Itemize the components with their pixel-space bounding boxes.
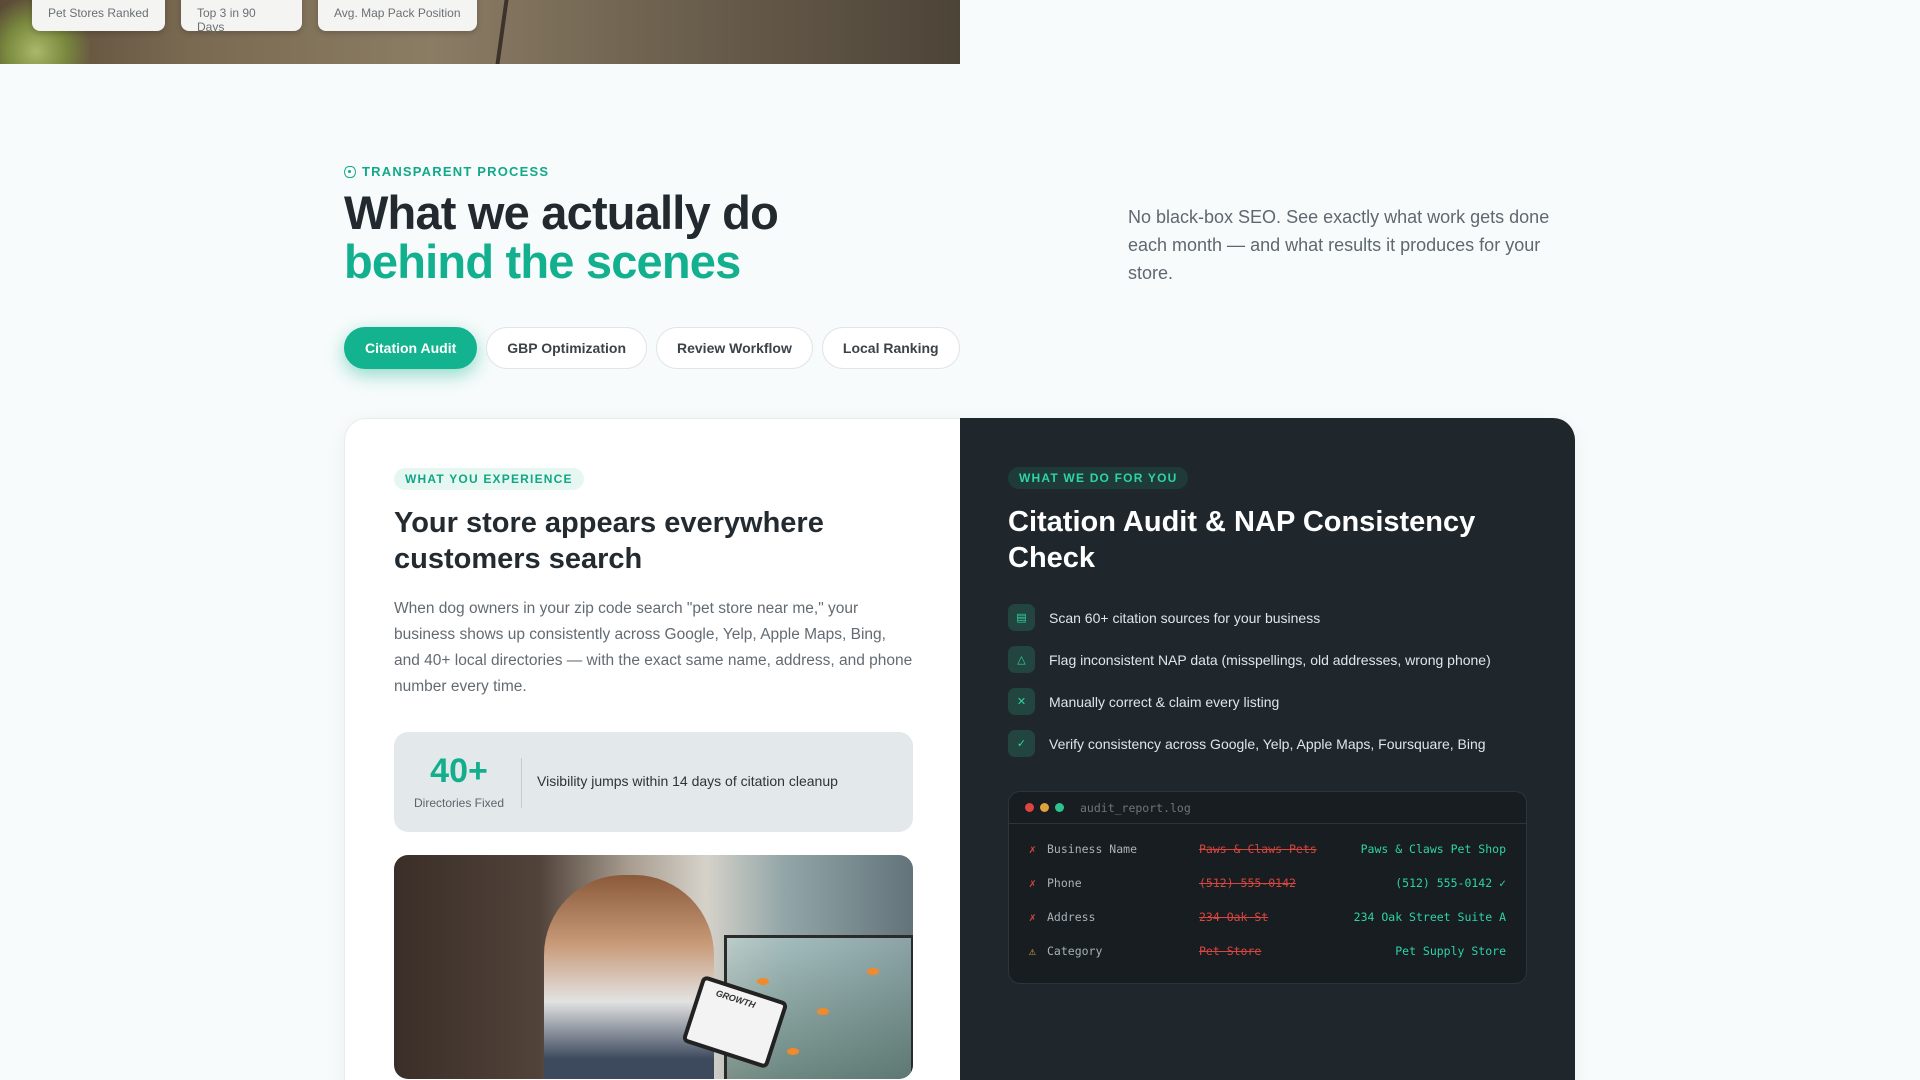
audit-old-value: Paws & Claws Pets bbox=[1199, 842, 1317, 856]
warning-icon: ⚠ bbox=[1029, 944, 1036, 958]
metric-value: 40+ bbox=[430, 752, 488, 790]
stat-label: Avg. Map Pack Position bbox=[334, 6, 461, 20]
experience-body: When dog owners in your zip code search … bbox=[394, 600, 913, 695]
section-headline: What we actually do behind the scenes bbox=[344, 186, 779, 288]
fish-shape bbox=[817, 1008, 829, 1015]
error-icon: ✗ bbox=[1029, 842, 1036, 856]
window-dot-red bbox=[1025, 803, 1034, 812]
audit-row: ✗ Phone (512) 555-0142 (512) 555-0142 ✓ bbox=[1009, 868, 1526, 902]
service-heading: Citation Audit & NAP Consistency Check bbox=[1008, 506, 1476, 574]
audit-row: ✗ Address 234 Oak St 234 Oak Street Suit… bbox=[1009, 902, 1526, 936]
checklist-item: ✓ Verify consistency across Google, Yelp… bbox=[1008, 730, 1491, 757]
audit-row: ✗ Business Name Paws & Claws Pets Paws &… bbox=[1009, 834, 1526, 868]
checklist-item: ✕ Manually correct & claim every listing bbox=[1008, 688, 1491, 715]
fish-shape bbox=[867, 968, 879, 975]
metric-description: Visibility jumps within 14 days of citat… bbox=[537, 773, 838, 789]
audit-row: ⚠ Category Pet Store Pet Supply Store bbox=[1009, 936, 1526, 970]
audit-field: Business Name bbox=[1047, 842, 1138, 856]
headline-line2: behind the scenes bbox=[344, 235, 741, 288]
tab-review-workflow[interactable]: Review Workflow bbox=[656, 327, 813, 369]
eyebrow-text: TRANSPARENT PROCESS bbox=[362, 164, 550, 179]
experience-heading: Your store appears everywhere customers … bbox=[394, 507, 824, 575]
service-pill: WHAT WE DO FOR YOU bbox=[1008, 467, 1189, 489]
audit-field: Phone bbox=[1047, 876, 1082, 890]
section-intro: No black-box SEO. See exactly what work … bbox=[1128, 207, 1550, 283]
check-circle-icon: ✓ bbox=[1008, 730, 1035, 757]
checklist-text: Flag inconsistent NAP data (misspellings… bbox=[1049, 651, 1491, 668]
metric-divider bbox=[521, 758, 522, 808]
stat-label: Pet Stores Ranked bbox=[48, 6, 149, 20]
audit-new-value: 234 Oak Street Suite A bbox=[1353, 910, 1506, 924]
experience-panel: WHAT YOU EXPERIENCE Your store appears e… bbox=[344, 418, 960, 1080]
stat-card-map-pack: Avg. Map Pack Position bbox=[318, 0, 477, 31]
terminal-rows: ✗ Business Name Paws & Claws Pets Paws &… bbox=[1009, 824, 1526, 970]
service-checklist: ▤ Scan 60+ citation sources for your bus… bbox=[1008, 604, 1491, 772]
metric-box: 40+ Directories Fixed Visibility jumps w… bbox=[394, 732, 913, 832]
experience-pill: WHAT YOU EXPERIENCE bbox=[394, 468, 584, 490]
headline-line1: What we actually do bbox=[344, 186, 779, 239]
tab-citation-audit[interactable]: Citation Audit bbox=[344, 327, 478, 369]
tools-icon: ✕ bbox=[1008, 688, 1035, 715]
error-icon: ✗ bbox=[1029, 876, 1036, 890]
stat-label: Top 3 in 90 Days bbox=[197, 6, 256, 34]
checklist-item: △ Flag inconsistent NAP data (misspellin… bbox=[1008, 646, 1491, 673]
person-shape bbox=[544, 875, 714, 1079]
window-dot-green bbox=[1055, 803, 1064, 812]
stat-card-stores: Pet Stores Ranked bbox=[32, 0, 165, 31]
checklist-text: Manually correct & claim every listing bbox=[1049, 693, 1280, 710]
checklist-text: Scan 60+ citation sources for your busin… bbox=[1049, 609, 1321, 626]
metric-label: Directories Fixed bbox=[413, 796, 505, 810]
document-icon: ▤ bbox=[1008, 604, 1035, 631]
audit-terminal: audit_report.log ✗ Business Name Paws & … bbox=[1008, 791, 1527, 984]
process-tabs: Citation Audit GBP Optimization Review W… bbox=[344, 327, 960, 369]
audit-old-value: Pet Store bbox=[1199, 944, 1262, 958]
eye-icon bbox=[344, 165, 356, 178]
store-owner-photo: GROWTH bbox=[394, 855, 913, 1079]
warning-icon: △ bbox=[1008, 646, 1035, 673]
section-eyebrow: TRANSPARENT PROCESS bbox=[344, 164, 549, 179]
checklist-text: Verify consistency across Google, Yelp, … bbox=[1049, 735, 1486, 752]
hero-image-strip: Pet Stores Ranked Top 3 in 90 Days Avg. … bbox=[0, 0, 960, 64]
audit-new-value: Paws & Claws Pet Shop bbox=[1360, 842, 1506, 856]
tab-local-ranking[interactable]: Local Ranking bbox=[821, 327, 960, 369]
tab-gbp-optimization[interactable]: GBP Optimization bbox=[486, 327, 647, 369]
stat-card-top3: Top 3 in 90 Days bbox=[181, 0, 302, 34]
audit-field: Address bbox=[1047, 910, 1096, 924]
audit-old-value: (512) 555-0142 bbox=[1199, 876, 1296, 890]
fish-shape bbox=[787, 1048, 799, 1055]
service-panel: WHAT WE DO FOR YOU Citation Audit & NAP … bbox=[960, 418, 1575, 1080]
error-icon: ✗ bbox=[1029, 910, 1036, 924]
checklist-item: ▤ Scan 60+ citation sources for your bus… bbox=[1008, 604, 1491, 631]
audit-old-value: 234 Oak St bbox=[1199, 910, 1269, 924]
fish-shape bbox=[757, 978, 769, 985]
terminal-title: audit_report.log bbox=[1080, 800, 1191, 815]
audit-new-value: Pet Supply Store bbox=[1395, 944, 1506, 958]
audit-new-value: (512) 555-0142 ✓ bbox=[1395, 876, 1506, 890]
audit-field: Category bbox=[1047, 944, 1103, 958]
terminal-header: audit_report.log bbox=[1009, 792, 1526, 824]
window-dot-yellow bbox=[1040, 803, 1049, 812]
tablet-text: GROWTH bbox=[714, 987, 757, 1011]
process-card: WHAT YOU EXPERIENCE Your store appears e… bbox=[344, 418, 1575, 1080]
